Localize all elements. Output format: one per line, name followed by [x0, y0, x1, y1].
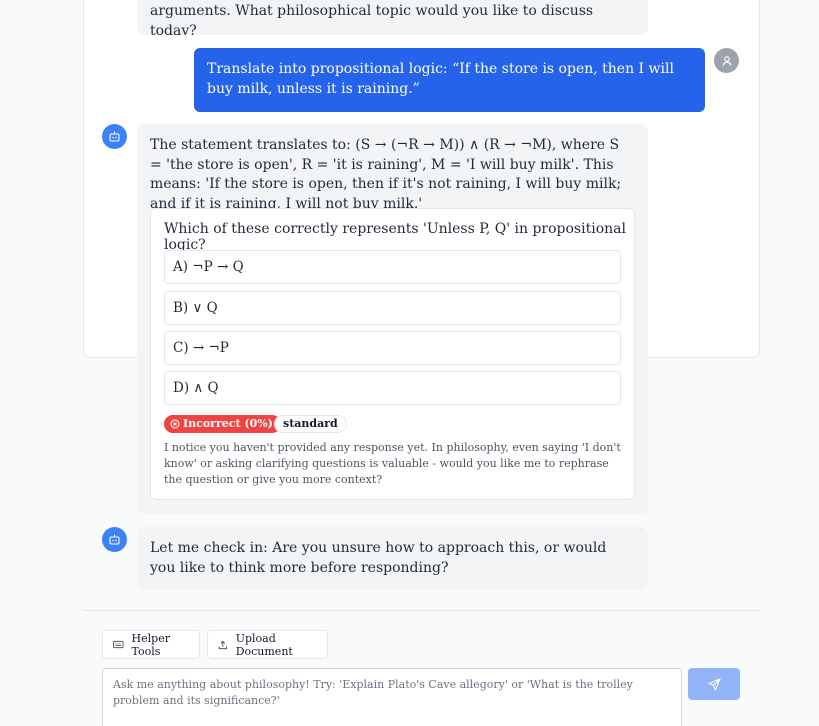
ai-answer-text: The statement translates to: (S → (¬R → … [150, 137, 622, 212]
x-circle-icon [170, 419, 180, 429]
user-avatar [714, 48, 739, 73]
ai-checkin-text: Let me check in: Are you unsure how to a… [150, 540, 607, 576]
user-message-text: Translate into propositional logic: “If … [207, 61, 674, 97]
send-icon [707, 677, 721, 691]
bot-icon [109, 534, 120, 545]
keyboard-icon [113, 640, 124, 649]
bot-avatar [102, 124, 127, 149]
quiz-option-a[interactable]: A) ¬P → Q [164, 250, 621, 284]
quiz-question: Which of these correctly represents 'Unl… [164, 221, 626, 253]
send-button[interactable] [688, 668, 740, 700]
ai-message-previous: arguments. What philosophical topic woul… [137, 0, 648, 35]
quiz-option-b[interactable]: B) ∨ Q [164, 291, 621, 325]
user-message: Translate into propositional logic: “If … [194, 48, 705, 112]
result-badge: Incorrect (0%) [164, 415, 281, 433]
upload-document-button[interactable]: Upload Document [207, 630, 328, 659]
bot-avatar [102, 527, 127, 552]
ai-message-previous-text: arguments. What philosophical topic woul… [150, 3, 594, 35]
result-badge-label: Incorrect (0%) [183, 417, 273, 430]
quiz-card: Which of these correctly represents 'Unl… [150, 208, 635, 500]
level-badge: standard [274, 415, 347, 433]
quiz-option-d[interactable]: D) ∧ Q [164, 371, 621, 405]
helper-tools-label: Helper Tools [131, 631, 170, 658]
ai-message-checkin: Let me check in: Are you unsure how to a… [137, 527, 648, 590]
helper-tools-button[interactable]: Helper Tools [102, 630, 200, 659]
input-divider [83, 610, 760, 611]
chat-input[interactable] [102, 668, 682, 726]
quiz-feedback: I notice you haven't provided any respon… [164, 441, 621, 486]
quiz-option-c[interactable]: C) → ¬P [164, 331, 621, 365]
upload-icon [218, 640, 227, 649]
upload-document-label: Upload Document [235, 631, 293, 658]
bot-icon [109, 131, 120, 142]
user-icon [722, 55, 731, 66]
